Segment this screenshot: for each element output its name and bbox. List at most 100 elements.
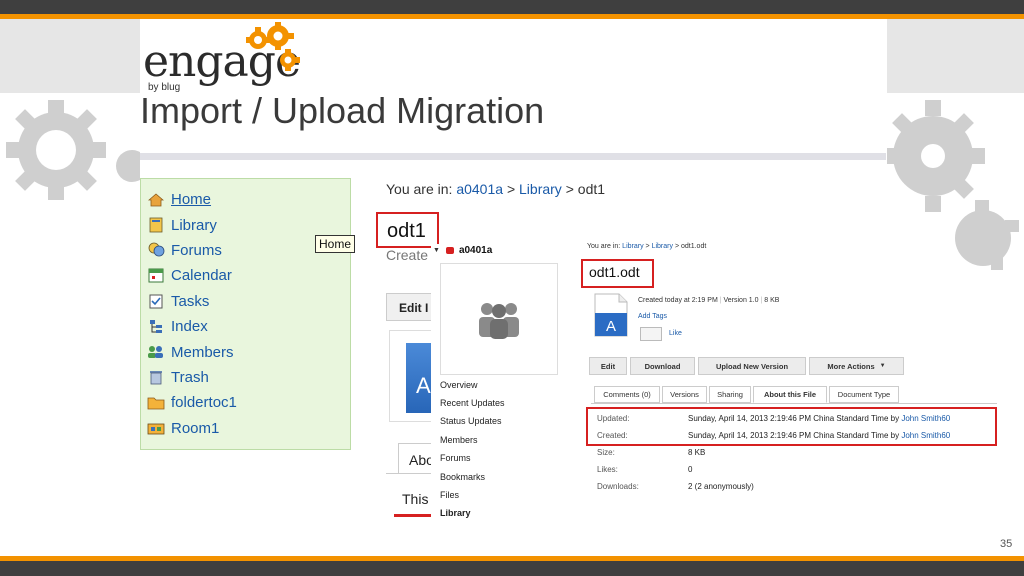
nav-item-label: foldertoc1 (171, 394, 237, 412)
breadcrumb-separator: > (506, 181, 516, 197)
nav-item-home[interactable]: Home (147, 187, 350, 212)
breadcrumb-separator: > (565, 181, 574, 197)
nav-item-tasks[interactable]: Tasks (147, 289, 350, 314)
size-value: 8 KB (688, 448, 706, 457)
size-label: Size: (597, 448, 615, 457)
logo-gears-icon (246, 22, 300, 71)
document-title: odt1 (387, 220, 426, 242)
like-button[interactable] (640, 327, 662, 341)
likes-label: Likes: (597, 465, 618, 474)
nav-item-room1[interactable]: Room1 (147, 416, 350, 441)
download-button[interactable]: Download (630, 357, 695, 375)
breadcrumb-prefix: You are in: (587, 243, 621, 250)
nav-item-label: Home (171, 191, 212, 209)
nav-item-members[interactable]: Members (147, 339, 350, 364)
chevron-down-icon: ▼ (879, 363, 886, 369)
nav-item-label: Members (171, 343, 234, 361)
file-icon-letter: A (606, 318, 616, 335)
menu-item-bookmarks[interactable]: Bookmarks (440, 472, 485, 482)
tab-sharing[interactable]: Sharing (709, 386, 751, 403)
tab-versions[interactable]: Versions (662, 386, 707, 403)
nav-item-label: Forums (171, 241, 222, 259)
community-header[interactable]: ▼ a0401a (433, 245, 492, 256)
calendar-icon (147, 268, 165, 284)
breadcrumb-separator: > (674, 243, 680, 250)
file-letter: A (416, 373, 431, 398)
top-accent-stripe (0, 14, 1024, 19)
tasks-icon (147, 293, 165, 309)
slide-title: Import / Upload Migration (140, 90, 545, 131)
menu-item-status-updates[interactable]: Status Updates (440, 416, 502, 426)
highlight-underline (394, 514, 434, 517)
edit-button[interactable]: Edit (589, 357, 627, 375)
file-meta: Created today at 2:19 PM | Version 1.0 |… (638, 297, 780, 304)
file-type-icon-large: A (389, 330, 434, 422)
nav-item-foldertoc1[interactable]: foldertoc1 (147, 390, 350, 415)
gear-left-icon (6, 100, 140, 200)
menu-item-library[interactable]: Library (440, 508, 471, 518)
breadcrumb-current: odt1.odt (680, 243, 707, 250)
breadcrumb-community-link[interactable]: a0401a (456, 181, 503, 197)
tab-document-type[interactable]: Document Type (829, 386, 899, 403)
nav-item-label: Calendar (171, 267, 232, 285)
header-gray-block-left (0, 19, 140, 93)
menu-item-recent-updates[interactable]: Recent Updates (440, 398, 505, 408)
top-bar (0, 0, 1024, 14)
menu-item-files[interactable]: Files (440, 490, 459, 500)
breadcrumb-library-link[interactable]: Library (519, 181, 562, 197)
file-breadcrumb: You are in: Library > Library > odt1.odt (587, 243, 706, 250)
edit-button-partial[interactable]: Edit I (386, 293, 436, 321)
home-icon (147, 192, 165, 208)
folder-icon (147, 395, 165, 411)
nav-item-index[interactable]: Index (147, 314, 350, 339)
tab-about-this-file[interactable]: About this File (753, 386, 827, 403)
tab-divider (591, 403, 997, 404)
more-actions-button[interactable]: More Actions ▼ (809, 357, 904, 375)
breadcrumb-current: odt1 (577, 181, 606, 197)
nav-item-label: Trash (171, 368, 209, 386)
created-today: Created today at 2:19 PM (638, 297, 718, 304)
breadcrumb-library-link[interactable]: Library (622, 243, 643, 250)
likes-value: 0 (688, 465, 693, 474)
members-icon (147, 344, 165, 360)
nav-item-label: Index (171, 318, 208, 336)
create-text: Create (386, 247, 429, 263)
file-size-short: 8 KB (764, 297, 780, 304)
breadcrumb-prefix: You are in: (386, 181, 453, 197)
nav-item-label: Room1 (171, 419, 220, 437)
index-icon (147, 319, 165, 335)
menu-item-overview[interactable]: Overview (440, 380, 478, 390)
menu-item-members[interactable]: Members (440, 435, 478, 445)
library-icon (147, 217, 165, 233)
lock-icon (445, 247, 454, 254)
library-nav-panel: Home Library Forums Calendar Tasks Index… (140, 178, 351, 450)
nav-item-library[interactable]: Library (147, 212, 350, 237)
this-text-partial: This (402, 491, 429, 507)
breadcrumb-library-link-2[interactable]: Library (652, 243, 673, 250)
odt-file-icon: A (594, 293, 628, 337)
more-actions-label: More Actions (827, 361, 875, 371)
breadcrumb-separator: > (645, 243, 650, 250)
file-name: odt1.odt (589, 264, 640, 280)
highlight-box-dates (586, 407, 997, 446)
nav-item-label: Tasks (171, 292, 210, 310)
room-icon (147, 420, 165, 436)
nav-item-trash[interactable]: Trash (147, 365, 350, 390)
forums-icon (147, 242, 165, 258)
add-tags-link[interactable]: Add Tags (638, 313, 667, 320)
tab-divider (386, 473, 436, 474)
title-divider (140, 153, 886, 160)
bottom-bar (0, 561, 1024, 576)
like-link[interactable]: Like (669, 330, 682, 337)
tab-comments[interactable]: Comments (0) (594, 386, 660, 403)
community-name: a0401a (458, 245, 493, 256)
nav-item-calendar[interactable]: Calendar (147, 263, 350, 288)
header-gray-block-right (887, 19, 1024, 93)
downloads-label: Downloads: (597, 482, 639, 491)
upload-new-version-button[interactable]: Upload New Version (698, 357, 806, 375)
menu-item-forums[interactable]: Forums (440, 453, 471, 463)
trash-icon (147, 369, 165, 385)
nav-item-label: Library (171, 216, 217, 234)
breadcrumb: You are in: a0401a > Library > odt1 (386, 181, 605, 197)
gear-right-icon (887, 100, 1019, 270)
